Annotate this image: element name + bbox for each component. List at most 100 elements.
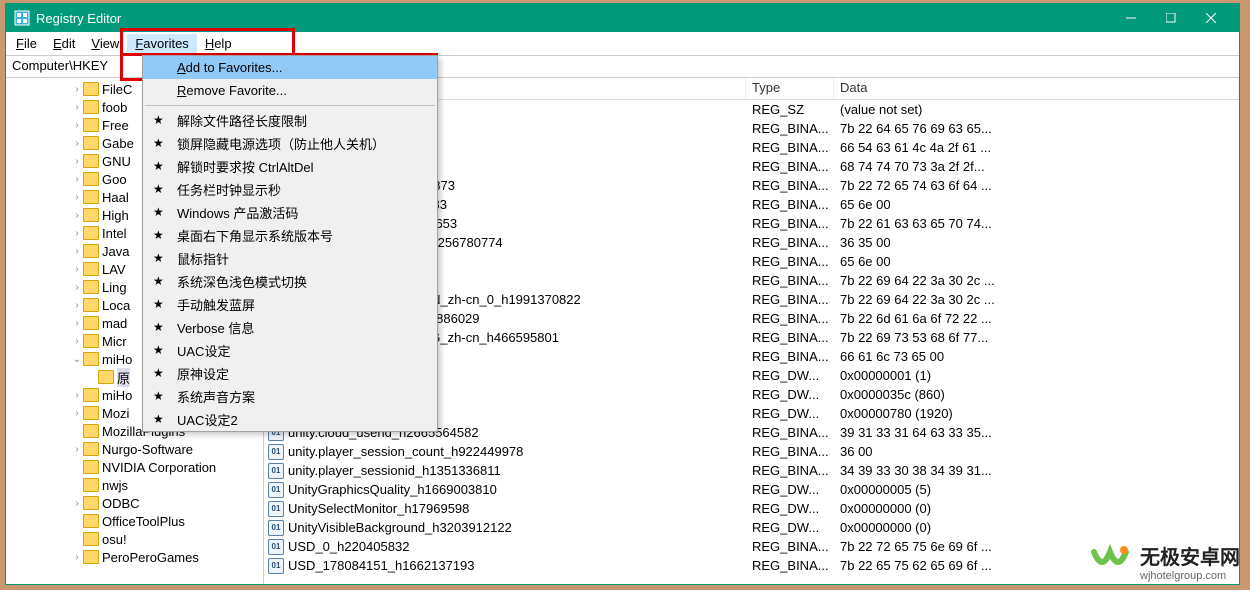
reg-bin-icon bbox=[268, 444, 284, 460]
chevron-icon[interactable]: › bbox=[71, 84, 83, 95]
fav-add[interactable]: Add to Favorites... bbox=[143, 56, 437, 79]
value-type: REG_DW... bbox=[746, 387, 834, 402]
value-data: 65 6e 00 bbox=[834, 197, 1239, 212]
fav-item[interactable]: ★手动触发蓝屏 bbox=[143, 293, 437, 316]
value-row[interactable]: unity.player_session_count_h922449978REG… bbox=[264, 442, 1239, 461]
value-row[interactable]: UnityGraphicsQuality_h1669003810REG_DW..… bbox=[264, 480, 1239, 499]
chevron-icon[interactable]: › bbox=[71, 174, 83, 185]
chevron-icon[interactable]: › bbox=[71, 444, 83, 455]
fav-item[interactable]: ★UAC设定2 bbox=[143, 408, 437, 431]
folder-icon bbox=[83, 154, 99, 168]
tree-item[interactable]: OfficeToolPlus bbox=[6, 512, 263, 530]
fav-item[interactable]: ★解除文件路径长度限制 bbox=[143, 109, 437, 132]
fav-item[interactable]: ★UAC设定 bbox=[143, 339, 437, 362]
folder-icon bbox=[83, 136, 99, 150]
folder-icon bbox=[83, 550, 99, 564]
chevron-icon[interactable]: › bbox=[71, 120, 83, 131]
chevron-icon[interactable]: › bbox=[71, 390, 83, 401]
chevron-icon[interactable]: › bbox=[71, 300, 83, 311]
fav-remove[interactable]: Remove Favorite... bbox=[143, 79, 437, 102]
star-icon: ★ bbox=[153, 320, 164, 334]
menu-favorites[interactable]: Favorites bbox=[127, 34, 196, 53]
col-data[interactable]: Data bbox=[834, 78, 1239, 99]
chevron-icon[interactable]: › bbox=[71, 246, 83, 257]
value-type: REG_BINA... bbox=[746, 292, 834, 307]
fav-item[interactable]: ★Verbose 信息 bbox=[143, 316, 437, 339]
close-button[interactable] bbox=[1191, 4, 1231, 32]
value-data: 36 00 bbox=[834, 444, 1239, 459]
fav-item[interactable]: ★鼠标指针 bbox=[143, 247, 437, 270]
fav-item[interactable]: ★解锁时要求按 CtrlAltDel bbox=[143, 155, 437, 178]
col-type[interactable]: Type bbox=[746, 78, 834, 99]
value-data: 0x00000000 (0) bbox=[834, 501, 1239, 516]
chevron-icon[interactable]: › bbox=[71, 336, 83, 347]
fav-item[interactable]: ★系统声音方案 bbox=[143, 385, 437, 408]
value-data: 39 31 33 31 64 63 33 35... bbox=[834, 425, 1239, 440]
chevron-icon[interactable]: › bbox=[71, 552, 83, 563]
chevron-icon[interactable]: › bbox=[71, 228, 83, 239]
fav-item[interactable]: ★系统深色浅色模式切换 bbox=[143, 270, 437, 293]
chevron-icon[interactable]: › bbox=[71, 318, 83, 329]
value-row[interactable]: UnitySelectMonitor_h17969598REG_DW...0x0… bbox=[264, 499, 1239, 518]
menu-file[interactable]: File bbox=[8, 34, 45, 53]
tree-item-label: OfficeToolPlus bbox=[102, 514, 185, 529]
tree-item-label: nwjs bbox=[102, 478, 128, 493]
fav-item[interactable]: ★原神设定 bbox=[143, 362, 437, 385]
value-data: 66 54 63 61 4c 4a 2f 61 ... bbox=[834, 140, 1239, 155]
folder-icon bbox=[83, 406, 99, 420]
star-icon: ★ bbox=[153, 366, 164, 380]
chevron-icon[interactable]: › bbox=[71, 102, 83, 113]
chevron-icon[interactable]: › bbox=[71, 264, 83, 275]
folder-icon bbox=[83, 118, 99, 132]
maximize-button[interactable] bbox=[1151, 4, 1191, 32]
tree-item[interactable]: osu! bbox=[6, 530, 263, 548]
value-row[interactable]: unity.player_sessionid_h1351336811REG_BI… bbox=[264, 461, 1239, 480]
value-data: 7b 22 72 65 74 63 6f 64 ... bbox=[834, 178, 1239, 193]
menu-edit[interactable]: Edit bbox=[45, 34, 83, 53]
folder-icon bbox=[83, 190, 99, 204]
folder-icon bbox=[98, 370, 114, 384]
reg-bin-icon bbox=[268, 501, 284, 517]
folder-icon bbox=[83, 442, 99, 456]
value-row[interactable]: UnityVisibleBackground_h3203912122REG_DW… bbox=[264, 518, 1239, 537]
menu-separator bbox=[145, 105, 435, 106]
fav-item[interactable]: ★Windows 产品激活码 bbox=[143, 201, 437, 224]
fav-item[interactable]: ★桌面右下角显示系统版本号 bbox=[143, 224, 437, 247]
watermark-logo bbox=[1088, 542, 1132, 582]
tree-item[interactable]: ›PeroPeroGames bbox=[6, 548, 263, 566]
chevron-icon[interactable]: › bbox=[71, 498, 83, 509]
chevron-icon[interactable]: › bbox=[71, 282, 83, 293]
value-data: 0x00000000 (0) bbox=[834, 520, 1239, 535]
tree-item-label: osu! bbox=[102, 532, 127, 547]
chevron-icon[interactable]: ⌄ bbox=[71, 354, 83, 365]
minimize-button[interactable] bbox=[1111, 4, 1151, 32]
folder-icon bbox=[83, 316, 99, 330]
fav-item-label: 桌面右下角显示系统版本号 bbox=[177, 226, 333, 245]
menu-view[interactable]: View bbox=[83, 34, 127, 53]
tree-item[interactable]: › ODBC bbox=[6, 494, 263, 512]
value-name: USD_178084151_h1662137193 bbox=[288, 558, 475, 573]
value-type: REG_DW... bbox=[746, 501, 834, 516]
watermark: 无极安卓网 wjhotelgroup.com bbox=[1088, 541, 1240, 582]
value-name: UnityVisibleBackground_h3203912122 bbox=[288, 520, 512, 535]
chevron-icon[interactable]: › bbox=[71, 192, 83, 203]
chevron-icon[interactable]: › bbox=[71, 156, 83, 167]
chevron-icon[interactable]: › bbox=[71, 408, 83, 419]
chevron-icon[interactable]: › bbox=[71, 210, 83, 221]
star-icon: ★ bbox=[153, 136, 164, 150]
tree-item-label: ODBC bbox=[102, 496, 140, 511]
menu-help[interactable]: Help bbox=[197, 34, 240, 53]
chevron-icon[interactable]: › bbox=[71, 138, 83, 149]
tree-item-label: Ling bbox=[102, 280, 127, 295]
tree-item[interactable]: ›Nurgo-Software bbox=[6, 440, 263, 458]
tree-item[interactable]: NVIDIA Corporation bbox=[6, 458, 263, 476]
fav-item[interactable]: ★锁屏隐藏电源选项（防止他人关机） bbox=[143, 132, 437, 155]
folder-icon bbox=[83, 496, 99, 510]
star-icon: ★ bbox=[153, 205, 164, 219]
tree-item[interactable]: nwjs bbox=[6, 476, 263, 494]
watermark-name: 无极安卓网 bbox=[1140, 541, 1240, 570]
titlebar[interactable]: Registry Editor bbox=[6, 4, 1239, 32]
value-data: 0x00000001 (1) bbox=[834, 368, 1239, 383]
value-type: REG_BINA... bbox=[746, 197, 834, 212]
fav-item[interactable]: ★任务栏时钟显示秒 bbox=[143, 178, 437, 201]
